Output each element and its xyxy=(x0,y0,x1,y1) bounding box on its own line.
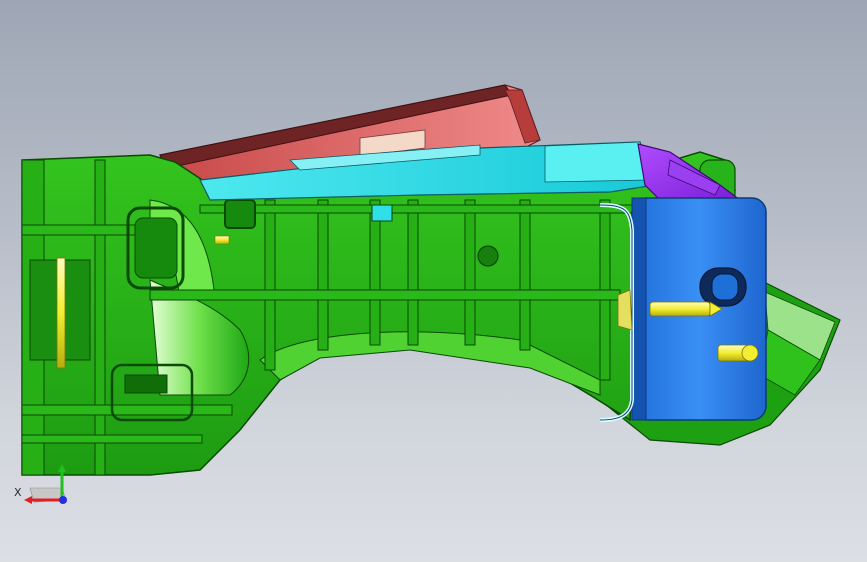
vertical-pin[interactable] xyxy=(56,257,66,369)
orientation-triad[interactable]: X xyxy=(10,440,80,510)
triad-z-axis-icon xyxy=(59,496,67,504)
small-pin[interactable] xyxy=(214,235,230,245)
long-pin[interactable] xyxy=(649,301,711,317)
pin-nut[interactable] xyxy=(617,289,633,331)
cad-model[interactable] xyxy=(0,0,867,562)
triad-y-arrow-icon xyxy=(58,464,66,472)
triad-x-label: X xyxy=(14,486,22,499)
3d-viewport[interactable]: X xyxy=(0,0,867,562)
triad-x-arrow-icon xyxy=(24,496,32,504)
